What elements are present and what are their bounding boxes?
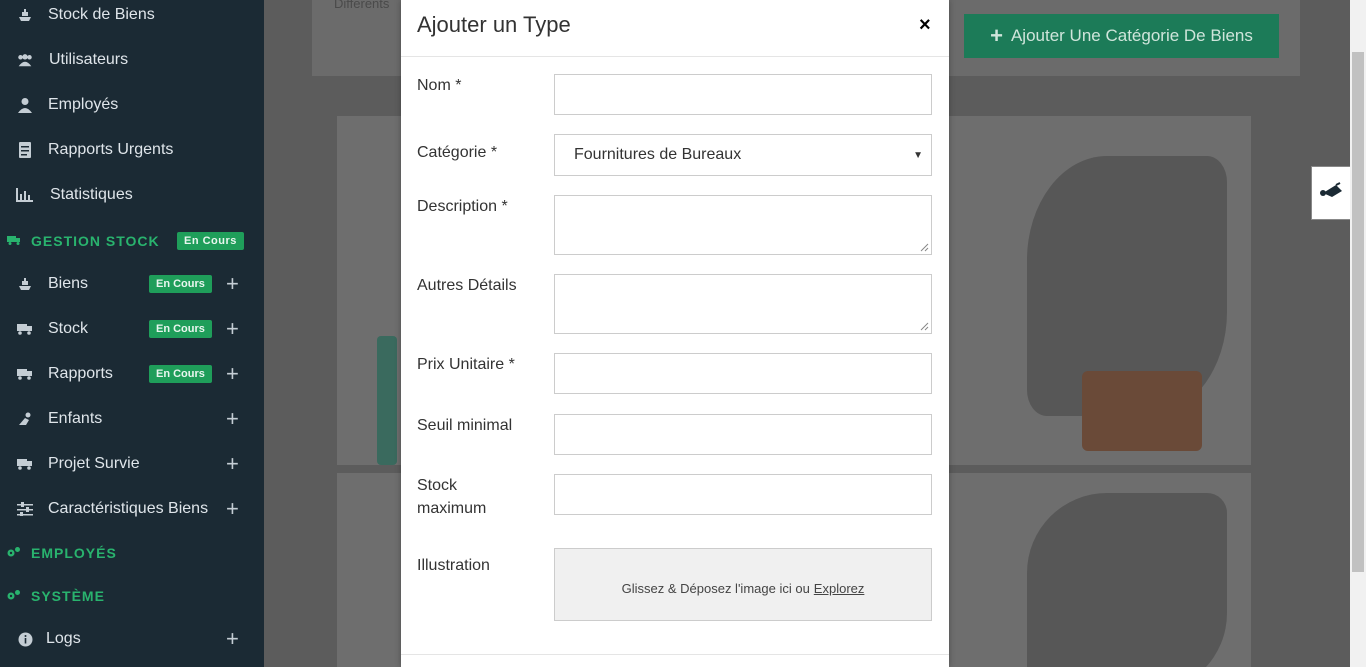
report-icon [16, 141, 34, 159]
expand-plus-icon[interactable]: + [226, 316, 239, 342]
autres-details-label: Autres Détails [417, 277, 517, 294]
ship-icon [16, 275, 34, 293]
categorie-label: Catégorie * [417, 144, 498, 161]
section-gestion-stock: GESTION STOCK En Cours [0, 226, 264, 256]
stock-maximum-input[interactable] [554, 474, 932, 515]
modal-header: Ajouter un Type × [401, 0, 949, 57]
resize-handle-icon[interactable] [920, 322, 929, 331]
truck-icon [16, 365, 34, 383]
image-dropzone[interactable]: Glissez & Déposez l'image ici ou Explore… [554, 548, 932, 621]
plus-icon: + [990, 23, 1003, 48]
description-textarea[interactable] [554, 195, 932, 255]
employee-icon [16, 96, 34, 114]
sidebar-item-utilisateurs[interactable]: Utilisateurs [0, 40, 264, 80]
close-icon[interactable]: × [919, 15, 931, 35]
basket-icon [1082, 371, 1202, 451]
seuil-minimal-input[interactable] [554, 414, 932, 455]
sidebar-item-logs[interactable]: Logs + [0, 619, 264, 659]
sidebar-item-label: Utilisateurs [49, 51, 129, 68]
dropzone-text: Glissez & Déposez l'image ici ou [621, 581, 810, 596]
section-label: SYSTÈME [31, 588, 105, 604]
categorie-select[interactable]: Fournitures de Bureaux ▼ [554, 134, 932, 176]
add-category-label: Ajouter Une Catégorie De Biens [1010, 26, 1253, 45]
prix-unitaire-label: Prix Unitaire * [417, 356, 515, 373]
autres-details-textarea[interactable] [554, 274, 932, 334]
sidebar-item-statistiques[interactable]: Statistiques [0, 175, 264, 215]
sidebar-item-stock[interactable]: Stock En Cours + [0, 309, 264, 349]
stock-maximum-label-line1: Stock [417, 477, 458, 494]
sidebar-item-label: Stock de Biens [48, 6, 155, 23]
status-badge: En Cours [149, 320, 212, 338]
resize-handle-icon[interactable] [920, 243, 929, 252]
info-icon [16, 630, 34, 648]
sidebar-item-label: Rapports Urgents [48, 141, 174, 158]
sidebar-item-rapports[interactable]: Rapports En Cours + [0, 354, 264, 394]
hand-illustration [377, 336, 397, 465]
expand-plus-icon[interactable]: + [226, 626, 239, 652]
ship-icon [16, 6, 34, 24]
add-type-modal: Ajouter un Type × Nom * Catégorie * Four… [401, 0, 949, 667]
expand-plus-icon[interactable]: + [226, 271, 239, 297]
section-systeme: SYSTÈME [0, 581, 264, 611]
sliders-icon [16, 500, 34, 518]
expand-plus-icon[interactable]: + [226, 406, 239, 432]
sidebar-item-biens[interactable]: Biens En Cours + [0, 264, 264, 304]
partial-text: Differents [334, 0, 390, 11]
sidebar-item-caracteristiques-biens[interactable]: Caractéristiques Biens + [0, 489, 264, 529]
sidebar: Stock de Biens Utilisateurs Employés Rap… [0, 0, 264, 667]
floating-widget[interactable] [1311, 166, 1350, 220]
status-badge: En Cours [177, 232, 244, 250]
sidebar-item-label: Biens [48, 275, 89, 292]
seuil-minimal-label: Seuil minimal [417, 417, 513, 434]
categorie-selected-value: Fournitures de Bureaux [574, 146, 742, 163]
section-employes: EMPLOYÉS [0, 538, 264, 568]
sidebar-item-label: Stock [48, 320, 89, 337]
cogs-icon [7, 546, 21, 561]
nom-input[interactable] [554, 74, 932, 115]
illustration-label: Illustration [417, 557, 490, 574]
caret-down-icon: ▼ [913, 149, 923, 161]
users-icon [16, 51, 34, 69]
divider [401, 654, 949, 655]
sidebar-item-label: Caractéristiques Biens [48, 500, 209, 517]
status-badge: En Cours [149, 365, 212, 383]
sidebar-item-stock-de-biens[interactable]: Stock de Biens [0, 0, 264, 35]
sidebar-item-label: Employés [48, 96, 119, 113]
sidebar-item-label: Rapports [48, 365, 113, 382]
truck-icon [16, 320, 34, 338]
sidebar-item-label: Enfants [48, 410, 103, 427]
shopping-illustration [1027, 493, 1227, 667]
section-label: GESTION STOCK [31, 233, 160, 249]
expand-plus-icon[interactable]: + [226, 451, 239, 477]
sidebar-item-rapports-urgents[interactable]: Rapports Urgents [0, 130, 264, 170]
sidebar-item-label: Projet Survie [48, 455, 140, 472]
prix-unitaire-input[interactable] [554, 353, 932, 394]
sidebar-item-enfants[interactable]: Enfants + [0, 399, 264, 439]
pointer-icon [1318, 181, 1344, 206]
description-label: Description * [417, 198, 508, 215]
sidebar-item-projet-survie[interactable]: Projet Survie + [0, 444, 264, 484]
add-category-button[interactable]: + Ajouter Une Catégorie De Biens [964, 14, 1279, 58]
truck-icon [7, 235, 21, 248]
section-label: EMPLOYÉS [31, 545, 117, 561]
browse-link[interactable]: Explorez [814, 581, 865, 596]
stock-maximum-label-line2: maximum [417, 500, 487, 517]
child-icon [16, 410, 34, 428]
status-badge: En Cours [149, 275, 212, 293]
sidebar-item-label: Logs [46, 630, 81, 647]
chart-icon [16, 186, 34, 204]
cogs-icon [7, 589, 21, 604]
modal-title: Ajouter un Type [417, 12, 571, 37]
scrollbar-thumb[interactable] [1352, 52, 1364, 572]
sidebar-item-label: Statistiques [50, 186, 133, 203]
nom-label: Nom * [417, 77, 462, 94]
sidebar-item-employes[interactable]: Employés [0, 85, 264, 125]
expand-plus-icon[interactable]: + [226, 361, 239, 387]
truck-icon [16, 455, 34, 473]
expand-plus-icon[interactable]: + [226, 496, 239, 522]
